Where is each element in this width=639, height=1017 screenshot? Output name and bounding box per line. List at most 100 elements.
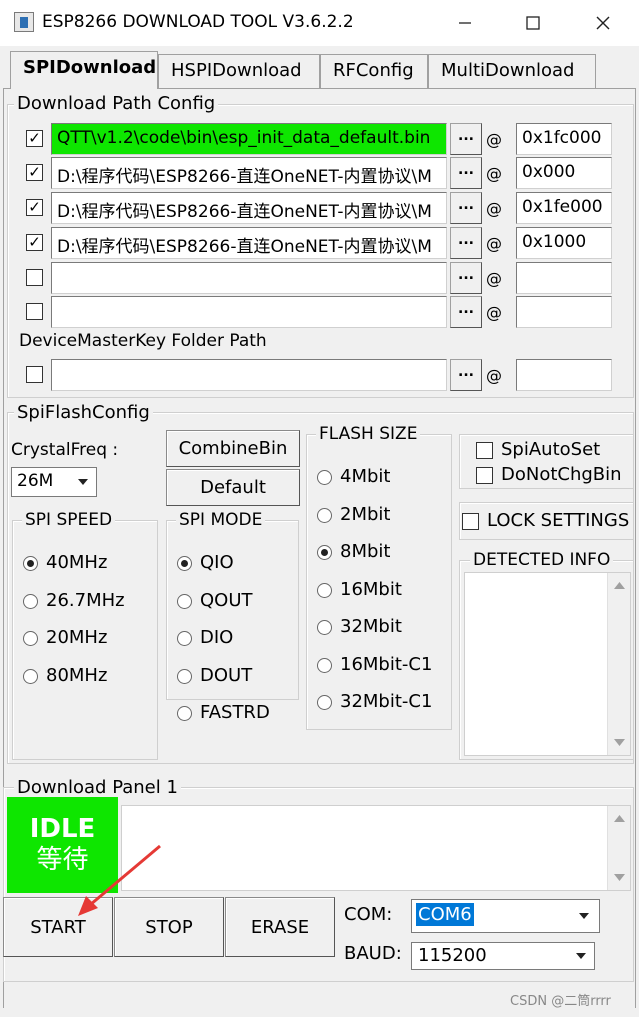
- maximize-icon[interactable]: [498, 0, 568, 46]
- flash-size-option-label: 16Mbit: [340, 578, 402, 600]
- spi-auto-set-label: SpiAutoSet: [501, 439, 601, 460]
- spi-mode-title: SPI MODE: [176, 510, 266, 530]
- flash-size-radio-6[interactable]: [317, 657, 332, 673]
- path-field-device-master-key[interactable]: [51, 359, 447, 391]
- scroll-up-icon[interactable]: [614, 582, 625, 590]
- browse-button-3[interactable]: ...: [450, 192, 482, 224]
- address-field-5[interactable]: [516, 262, 612, 294]
- browse-button-4[interactable]: ...: [450, 227, 482, 259]
- spi-mode-option-label: DIO: [200, 627, 234, 648]
- minimize-icon[interactable]: [430, 0, 500, 46]
- address-field-1[interactable]: 0x1fc000: [516, 123, 612, 155]
- spi-mode-option-label: FASTRD: [200, 702, 270, 723]
- browse-button-device-master-key[interactable]: ...: [450, 359, 482, 391]
- spi-mode-radio-3[interactable]: [177, 631, 192, 646]
- crystal-freq-select[interactable]: 26M: [11, 467, 97, 497]
- flash-size-radio-4[interactable]: [317, 582, 332, 598]
- com-label: COM:: [344, 904, 393, 925]
- path-field-5[interactable]: [51, 262, 447, 294]
- log-textbox[interactable]: [121, 805, 631, 891]
- spi-speed-radio-3[interactable]: [23, 631, 38, 646]
- path-field-4[interactable]: D:\程序代码\ESP8266-直连OneNET-内置协议\M: [51, 227, 447, 259]
- spi-speed-radio-1[interactable]: [23, 556, 38, 571]
- flash-size-option-label: 16Mbit-C1: [340, 653, 433, 675]
- tab-spidownload[interactable]: SPIDownload: [10, 51, 158, 89]
- tab-rfconfig[interactable]: RFConfig: [320, 54, 428, 88]
- lock-settings-checkbox[interactable]: [462, 513, 479, 530]
- flash-size-radio-2[interactable]: [317, 507, 332, 523]
- spi-mode-option-label: DOUT: [200, 664, 253, 686]
- scroll-down-icon[interactable]: [614, 739, 625, 747]
- browse-button-2[interactable]: ...: [450, 157, 482, 189]
- tab-multidownload[interactable]: MultiDownload: [428, 54, 596, 88]
- detected-info-textbox[interactable]: [464, 572, 631, 756]
- path-checkbox-6[interactable]: [26, 303, 43, 320]
- spi-speed-option-label: 40MHz: [46, 552, 108, 573]
- com-value: COM6: [416, 903, 474, 926]
- spi-speed-radio-4[interactable]: [23, 668, 38, 684]
- spi-mode-radio-5[interactable]: [177, 706, 192, 721]
- baud-select[interactable]: 115200: [411, 942, 595, 970]
- chevron-down-icon[interactable]: [571, 946, 591, 966]
- do-not-chg-bin-label: DoNotChgBin: [501, 464, 622, 485]
- flash-size-radio-5[interactable]: [317, 620, 332, 635]
- default-button[interactable]: Default: [166, 469, 300, 506]
- chevron-down-icon[interactable]: [573, 905, 595, 927]
- do-not-chg-bin-checkbox[interactable]: [476, 467, 493, 484]
- address-field-6[interactable]: [516, 296, 612, 328]
- com-select[interactable]: COM6: [411, 899, 600, 933]
- device-master-key-label: DeviceMasterKey Folder Path: [19, 331, 267, 351]
- browse-button-1[interactable]: ...: [450, 123, 482, 155]
- path-checkbox-3[interactable]: ✓: [26, 199, 43, 216]
- spi-speed-option-label: 20MHz: [46, 627, 108, 648]
- at-label: @: [486, 269, 502, 288]
- watermark: CSDN @二筒rrrr: [510, 994, 611, 1009]
- combine-bin-button[interactable]: CombineBin: [166, 430, 300, 467]
- path-field-6[interactable]: [51, 296, 447, 328]
- close-icon[interactable]: [568, 0, 638, 46]
- spi-speed-option-label: 26.7MHz: [46, 589, 125, 611]
- log-scrollbar[interactable]: [607, 806, 630, 890]
- spi-auto-set-checkbox[interactable]: [476, 442, 493, 459]
- download-panel-title: Download Panel 1: [14, 777, 181, 798]
- address-field-3[interactable]: 0x1fe000: [516, 192, 612, 224]
- baud-label: BAUD:: [344, 943, 402, 964]
- spi-flash-config-title: SpiFlashConfig: [14, 402, 153, 423]
- path-checkbox-5[interactable]: [26, 269, 43, 286]
- address-field-2[interactable]: 0x000: [516, 157, 612, 189]
- path-checkbox-4[interactable]: ✓: [26, 234, 43, 251]
- at-label: @: [486, 234, 502, 253]
- address-field-4[interactable]: 0x1000: [516, 227, 612, 259]
- path-field-2[interactable]: D:\程序代码\ESP8266-直连OneNET-内置协议\M: [51, 157, 447, 189]
- path-checkbox-1[interactable]: ✓: [26, 130, 43, 147]
- flash-size-radio-3[interactable]: [317, 545, 332, 560]
- path-checkbox-2[interactable]: ✓: [26, 164, 43, 181]
- at-label: @: [486, 303, 502, 322]
- address-field-device-master-key[interactable]: [516, 359, 612, 391]
- path-checkbox-device-master-key[interactable]: [26, 366, 43, 383]
- path-field-3[interactable]: D:\程序代码\ESP8266-直连OneNET-内置协议\M: [51, 192, 447, 224]
- window-title: ESP8266 DOWNLOAD TOOL V3.6.2.2: [42, 12, 354, 32]
- spi-mode-radio-2[interactable]: [177, 593, 192, 609]
- browse-button-5[interactable]: ...: [450, 262, 482, 294]
- flash-size-radio-1[interactable]: [317, 470, 332, 485]
- baud-value: 115200: [418, 945, 487, 966]
- flash-size-radio-7[interactable]: [317, 695, 332, 710]
- chevron-down-icon[interactable]: [74, 471, 92, 493]
- tab-hspidownload[interactable]: HSPIDownload: [158, 54, 320, 88]
- browse-button-6[interactable]: ...: [450, 296, 482, 328]
- spi-mode-radio-4[interactable]: [177, 668, 192, 684]
- erase-button[interactable]: ERASE: [225, 897, 335, 957]
- detected-info-scrollbar[interactable]: [607, 573, 630, 755]
- spi-speed-radio-2[interactable]: [23, 593, 38, 609]
- lock-settings-label: LOCK SETTINGS: [487, 510, 630, 531]
- flash-size-option-label: 32Mbit-C1: [340, 691, 433, 712]
- download-path-config-title: Download Path Config: [14, 93, 219, 114]
- scroll-up-icon[interactable]: [614, 815, 625, 823]
- app-icon: [14, 12, 34, 32]
- scroll-down-icon[interactable]: [614, 874, 625, 882]
- flash-size-option-label: 2Mbit: [340, 503, 391, 525]
- spi-mode-radio-1[interactable]: [177, 556, 192, 571]
- path-field-1[interactable]: QTT\v1.2\code\bin\esp_init_data_default.…: [51, 123, 447, 155]
- crystal-freq-label: CrystalFreq :: [11, 440, 119, 460]
